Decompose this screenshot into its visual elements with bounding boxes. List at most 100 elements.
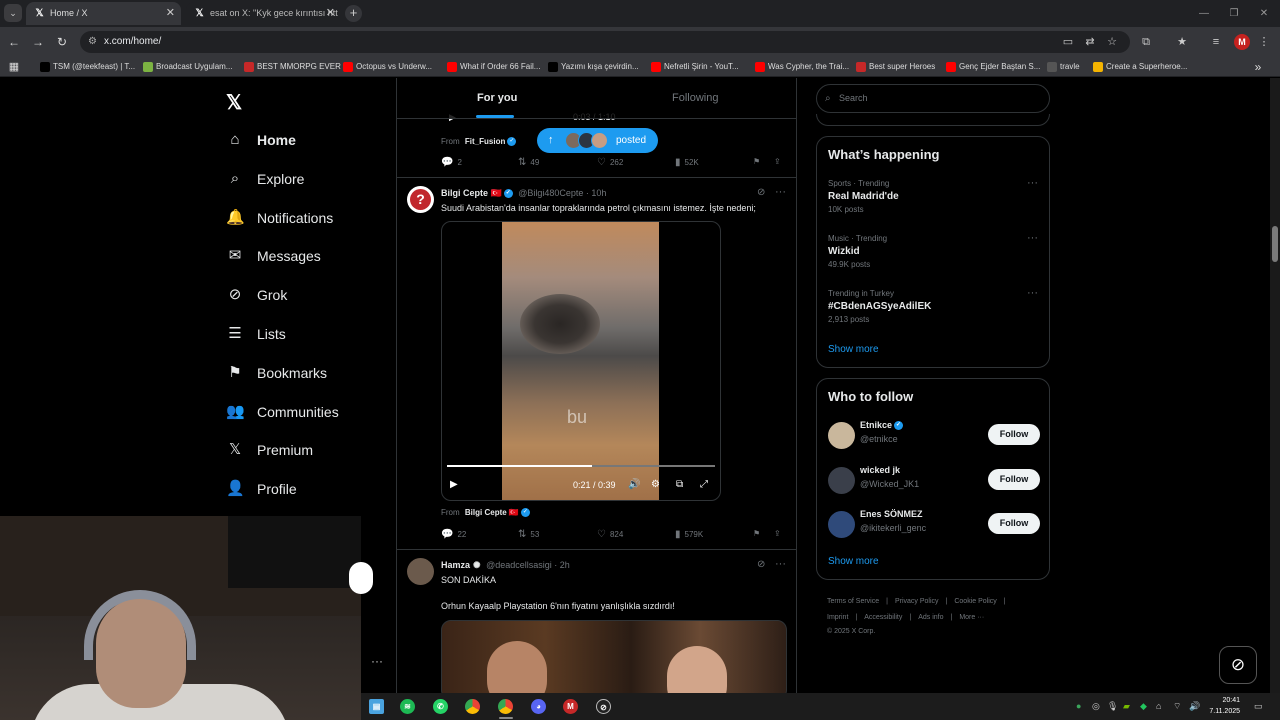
show-more-link[interactable]: Show more: [828, 344, 879, 355]
tab-esat-post[interactable]: 𝕏 esat on X: "Kyk gece kırıntısı htt ✕: [186, 2, 341, 25]
reload-icon[interactable]: ↻: [54, 34, 70, 50]
follow-suggestion[interactable]: Etnikce ✓ @etnikce Follow: [828, 420, 1040, 452]
site-info-icon[interactable]: ⚙: [88, 31, 97, 53]
network-icon[interactable]: ⌂: [1156, 701, 1161, 711]
close-window-icon[interactable]: ✕: [1248, 0, 1280, 27]
notification-icon[interactable]: ▭: [1254, 701, 1263, 712]
settings-icon[interactable]: ⚙: [651, 479, 660, 490]
microphone-icon[interactable]: 🎙: [1107, 701, 1118, 712]
footer-link[interactable]: Terms of Service: [827, 598, 879, 605]
nvidia-icon[interactable]: ▰: [1123, 701, 1130, 712]
profile-avatar[interactable]: M: [1234, 34, 1250, 50]
nav-item-communities[interactable]: 👥 Communities: [226, 397, 386, 427]
x-logo-icon[interactable]: 𝕏: [226, 90, 242, 115]
footer-link[interactable]: Ads info: [918, 614, 943, 621]
more-icon[interactable]: ···: [371, 654, 383, 668]
show-more-link[interactable]: Show more: [828, 556, 879, 567]
address-bar[interactable]: ⚙ x.com/home/: [80, 31, 1130, 53]
tab-close-icon[interactable]: ✕: [326, 2, 335, 25]
post-author[interactable]: Bilgi Cepte 🇹🇷 ✓ @Bilgi480Cepte · 10h: [441, 188, 606, 199]
avatar[interactable]: ?: [407, 186, 434, 213]
search-input[interactable]: ⌕ Search: [816, 84, 1050, 113]
nav-item-lists[interactable]: ☰ Lists: [226, 319, 386, 349]
nav-item-notifications[interactable]: 🔔 Notifications: [226, 203, 386, 233]
avatar[interactable]: [828, 422, 855, 449]
like-button[interactable]: ♡ 824: [597, 529, 623, 540]
overlay-handle[interactable]: [349, 562, 373, 594]
nav-item-premium[interactable]: 𝕏 Premium: [226, 435, 386, 465]
new-posts-pill[interactable]: ↑ posted: [537, 128, 658, 153]
repost-button[interactable]: ⇅ 53: [518, 529, 539, 540]
bookmark-star-icon[interactable]: ★: [1174, 34, 1190, 50]
reading-list-icon[interactable]: ≡: [1208, 34, 1224, 50]
chrome-icon[interactable]: [465, 699, 480, 714]
tray-app-icon[interactable]: ◆: [1140, 701, 1147, 712]
volume-icon[interactable]: 🔊: [628, 479, 640, 490]
post-image[interactable]: [441, 620, 787, 693]
forward-icon[interactable]: →: [30, 34, 46, 50]
speaker-icon[interactable]: 🔊: [1189, 701, 1200, 712]
trend-more-icon[interactable]: ···: [1027, 287, 1038, 299]
more-bookmarks-icon[interactable]: »: [1250, 59, 1266, 75]
grok-icon[interactable]: ⊘: [757, 187, 765, 198]
footer-link[interactable]: Imprint: [827, 614, 848, 621]
footer-link[interactable]: Accessibility: [864, 614, 902, 621]
repost-button[interactable]: ⇅ 49: [518, 157, 539, 168]
grok-fab-icon[interactable]: ⊘: [1219, 646, 1257, 684]
tab-home-x[interactable]: 𝕏 Home / X ✕: [26, 2, 181, 25]
scroll-thumb[interactable]: [1272, 226, 1278, 262]
reply-button[interactable]: 💬 22: [441, 529, 466, 540]
bookmark-post-icon[interactable]: ⚑: [753, 157, 760, 166]
bookmark-item[interactable]: travle: [1047, 60, 1080, 74]
play-icon[interactable]: ▶: [450, 479, 458, 490]
whatsapp-icon[interactable]: ✆: [433, 699, 448, 714]
nav-item-bookmarks[interactable]: ⚑ Bookmarks: [226, 358, 386, 388]
grok-icon[interactable]: ⊘: [757, 559, 765, 570]
bookmark-item[interactable]: Nefretli Şirin - YouT...: [651, 60, 739, 74]
trend-item[interactable]: Music · Trending Wizkid 49.9K posts ···: [828, 232, 1038, 269]
minimize-icon[interactable]: —: [1188, 0, 1220, 27]
footer-link[interactable]: More ···: [959, 614, 984, 621]
avatar[interactable]: [828, 511, 855, 538]
nav-item-explore[interactable]: ⌕ Explore: [226, 164, 386, 194]
share-icon[interactable]: ⇪: [774, 157, 781, 166]
new-tab-button[interactable]: +: [345, 5, 362, 22]
tab-close-icon[interactable]: ✕: [166, 2, 175, 25]
reply-button[interactable]: 💬 2: [441, 157, 462, 168]
video-player[interactable]: bu ▶ 0:21 / 0:39 🔊 ⚙ ⧉ ⤢: [441, 221, 721, 501]
views-button[interactable]: ▮ 579K: [675, 529, 703, 540]
tab-for-you[interactable]: For you: [477, 92, 517, 104]
back-icon[interactable]: ←: [6, 34, 22, 50]
nav-item-profile[interactable]: 👤 Profile: [226, 474, 386, 504]
bookmark-item[interactable]: Broadcast Uygulam...: [143, 60, 232, 74]
tray-status-icon[interactable]: ●: [1076, 701, 1081, 711]
video-progress-bar[interactable]: [447, 465, 715, 467]
extensions-icon[interactable]: ⧉: [1138, 34, 1154, 50]
bookmark-item[interactable]: Yazımı kışa çevirdin...: [548, 60, 639, 74]
star-icon[interactable]: ☆: [1104, 34, 1120, 50]
cast-icon[interactable]: ▭: [1060, 34, 1076, 50]
share-icon[interactable]: ⇪: [774, 529, 781, 538]
menu-icon[interactable]: ⋮: [1256, 34, 1272, 50]
tab-search-button[interactable]: ⌄: [4, 4, 22, 22]
bookmark-item[interactable]: Create a Superheroe...: [1093, 60, 1187, 74]
nav-item-home[interactable]: ⌂ Home: [226, 125, 386, 155]
follow-suggestion[interactable]: wicked jk @Wicked_JK1 Follow: [828, 465, 1040, 497]
chrome-profile-m-icon[interactable]: M: [563, 699, 578, 714]
restore-icon[interactable]: ❐: [1218, 0, 1250, 27]
wifi-icon[interactable]: ⌔: [1173, 701, 1181, 712]
trend-more-icon[interactable]: ···: [1027, 232, 1038, 244]
follow-suggestion[interactable]: Enes SÖNMEZ @ikitekerli_genc Follow: [828, 509, 1040, 541]
nav-item-grok[interactable]: ⊘ Grok: [226, 280, 386, 310]
footer-link[interactable]: Privacy Policy: [895, 598, 939, 605]
follow-button[interactable]: Follow: [988, 513, 1040, 534]
bookmark-item[interactable]: Genç Ejder Baştan S...: [946, 60, 1040, 74]
avatar[interactable]: [828, 466, 855, 494]
bookmark-item[interactable]: TSM (@teekfeast) | T...: [40, 60, 135, 74]
file-explorer-icon[interactable]: ▤: [369, 699, 384, 714]
nav-item-messages[interactable]: ✉ Messages: [226, 241, 386, 271]
avatar[interactable]: [407, 558, 434, 585]
bookmark-item[interactable]: Octopus vs Underw...: [343, 60, 432, 74]
bookmark-item[interactable]: What if Order 66 Fail...: [447, 60, 540, 74]
fullscreen-icon[interactable]: ⤢: [700, 479, 708, 490]
